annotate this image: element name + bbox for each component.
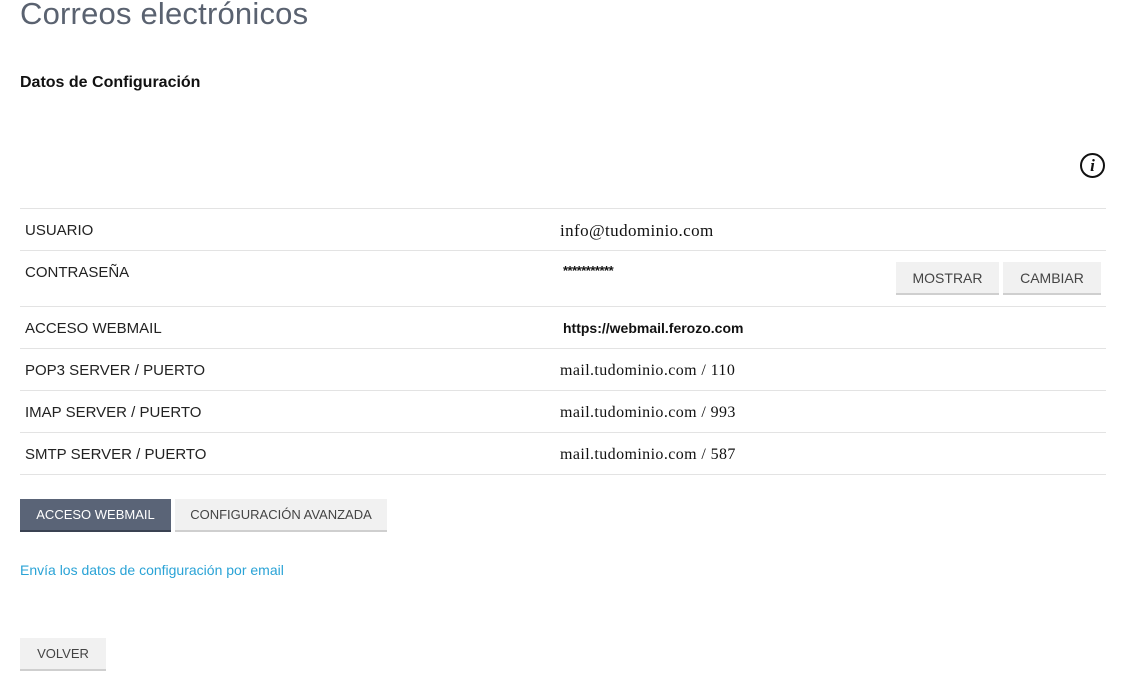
row-webmail: ACCESO WEBMAIL https://webmail.ferozo.co…	[20, 307, 1106, 349]
config-table: USUARIO info@tudominio.com CONTRASEÑA **…	[20, 208, 1106, 475]
info-icon[interactable]: i	[1080, 153, 1105, 178]
imap-label: IMAP SERVER / PUERTO	[25, 404, 202, 421]
pop3-value: mail.tudominio.com / 110	[560, 362, 736, 379]
row-smtp: SMTP SERVER / PUERTO mail.tudominio.com …	[20, 433, 1106, 475]
page-title: Correos electrónicos	[20, 0, 309, 31]
row-imap: IMAP SERVER / PUERTO mail.tudominio.com …	[20, 391, 1106, 433]
row-pop3: POP3 SERVER / PUERTO mail.tudominio.com …	[20, 349, 1106, 391]
contrasena-value: ***********	[563, 263, 614, 278]
back-button[interactable]: VOLVER	[20, 638, 106, 671]
info-icon-glyph: i	[1090, 155, 1095, 175]
webmail-access-button[interactable]: ACCESO WEBMAIL	[20, 499, 171, 532]
action-buttons: ACCESO WEBMAIL CONFIGURACIÓN AVANZADA	[20, 499, 387, 532]
contrasena-label: CONTRASEÑA	[25, 264, 130, 281]
change-password-button[interactable]: CAMBIAR	[1003, 262, 1101, 295]
password-actions: MOSTRAR CAMBIAR	[896, 262, 1101, 295]
webmail-label: ACCESO WEBMAIL	[25, 320, 162, 337]
webmail-value: https://webmail.ferozo.com	[563, 320, 744, 336]
usuario-value: info@tudominio.com	[560, 221, 714, 240]
usuario-label: USUARIO	[25, 222, 94, 239]
row-contrasena: CONTRASEÑA *********** MOSTRAR CAMBIAR	[20, 251, 1106, 307]
smtp-value: mail.tudominio.com / 587	[560, 446, 736, 463]
pop3-label: POP3 SERVER / PUERTO	[25, 362, 206, 379]
section-title: Datos de Configuración	[20, 74, 201, 91]
imap-value: mail.tudominio.com / 993	[560, 404, 736, 421]
row-usuario: USUARIO info@tudominio.com	[20, 209, 1106, 251]
send-config-email-link[interactable]: Envía los datos de configuración por ema…	[20, 562, 284, 578]
email-config-page: Correos electrónicos Datos de Configurac…	[0, 0, 1137, 692]
show-password-button[interactable]: MOSTRAR	[896, 262, 999, 295]
smtp-label: SMTP SERVER / PUERTO	[25, 446, 207, 463]
advanced-config-button[interactable]: CONFIGURACIÓN AVANZADA	[175, 499, 387, 532]
